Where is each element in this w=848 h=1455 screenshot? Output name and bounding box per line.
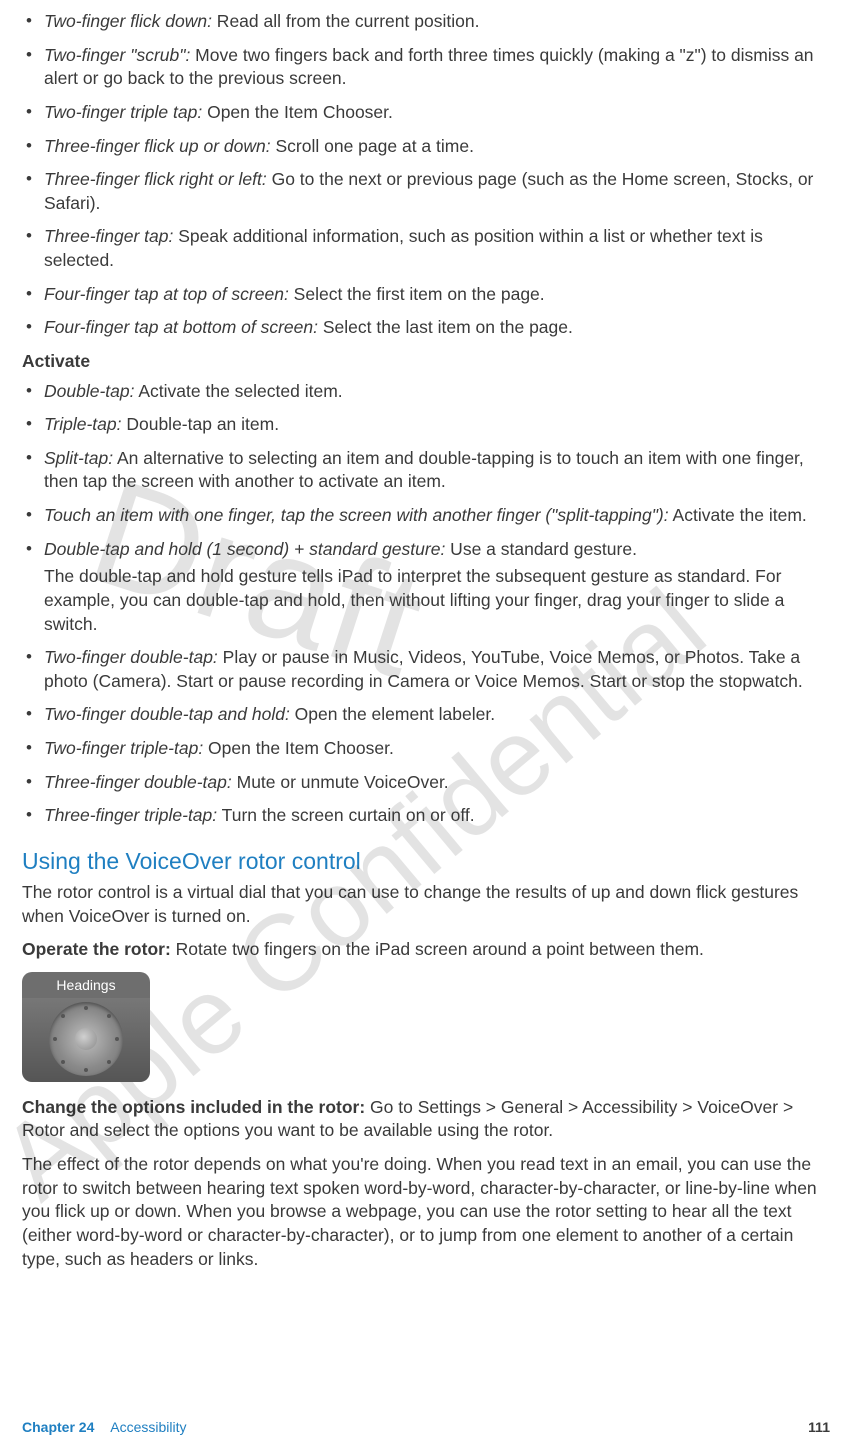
gesture-desc: Read all from the current position. xyxy=(212,11,480,31)
list-item: Double-tap and hold (1 second) + standar… xyxy=(22,538,832,637)
gesture-term: Two-finger triple tap: xyxy=(44,102,202,122)
gesture-term: Two-finger "scrub": xyxy=(44,45,190,65)
list-item: Four-finger tap at top of screen: Select… xyxy=(22,283,832,307)
footer-left: Chapter 24 Accessibility xyxy=(22,1418,187,1437)
gesture-term: Three-finger flick up or down: xyxy=(44,136,271,156)
gesture-term: Two-finger triple-tap: xyxy=(44,738,203,758)
list-item: Two-finger triple tap: Open the Item Cho… xyxy=(22,101,832,125)
list-item: Three-finger triple-tap: Turn the screen… xyxy=(22,804,832,828)
list-item: Two-finger flick down: Read all from the… xyxy=(22,10,832,34)
nav-gestures-list: Two-finger flick down: Read all from the… xyxy=(22,10,832,340)
list-item: Two-finger triple-tap: Open the Item Cho… xyxy=(22,737,832,761)
gesture-term: Three-finger tap: xyxy=(44,226,173,246)
rotor-intro: The rotor control is a virtual dial that… xyxy=(22,881,832,928)
gesture-desc: Open the element labeler. xyxy=(290,704,495,724)
gesture-term: Two-finger flick down: xyxy=(44,11,212,31)
chapter-label: Chapter 24 xyxy=(22,1419,94,1435)
rotor-figure-label: Headings xyxy=(22,972,150,998)
gesture-desc: Open the Item Chooser. xyxy=(202,102,393,122)
change-label: Change the options included in the rotor… xyxy=(22,1097,365,1117)
gesture-term: Two-finger double-tap and hold: xyxy=(44,704,290,724)
gesture-desc: Turn the screen curtain on or off. xyxy=(217,805,474,825)
gesture-desc: Select the first item on the page. xyxy=(289,284,545,304)
gesture-term: Four-finger tap at bottom of screen: xyxy=(44,317,318,337)
page-footer: Chapter 24 Accessibility 111 xyxy=(22,1418,830,1437)
gesture-desc: Activate the item. xyxy=(669,505,807,525)
gesture-extra: The double-tap and hold gesture tells iP… xyxy=(44,565,832,636)
gesture-desc: Select the last item on the page. xyxy=(318,317,573,337)
list-item: Two-finger double-tap and hold: Open the… xyxy=(22,703,832,727)
gesture-term: Touch an item with one finger, tap the s… xyxy=(44,505,669,525)
gesture-term: Three-finger double-tap: xyxy=(44,772,232,792)
gesture-desc: Scroll one page at a time. xyxy=(271,136,474,156)
gesture-term: Four-finger tap at top of screen: xyxy=(44,284,289,304)
gesture-term: Three-finger flick right or left: xyxy=(44,169,267,189)
rotor-dial-icon xyxy=(49,1002,123,1076)
list-item: Three-finger flick right or left: Go to … xyxy=(22,168,832,215)
list-item: Touch an item with one finger, tap the s… xyxy=(22,504,832,528)
gesture-desc: An alternative to selecting an item and … xyxy=(44,448,804,492)
gesture-term: Two-finger double-tap: xyxy=(44,647,218,667)
list-item: Two-finger double-tap: Play or pause in … xyxy=(22,646,832,693)
list-item: Double-tap: Activate the selected item. xyxy=(22,380,832,404)
list-item: Four-finger tap at bottom of screen: Sel… xyxy=(22,316,832,340)
gesture-term: Split-tap: xyxy=(44,448,113,468)
gesture-term: Double-tap: xyxy=(44,381,134,401)
list-item: Split-tap: An alternative to selecting a… xyxy=(22,447,832,494)
gesture-term: Triple-tap: xyxy=(44,414,121,434)
operate-label: Operate the rotor: xyxy=(22,939,171,959)
gesture-desc: Activate the selected item. xyxy=(134,381,342,401)
operate-desc: Rotate two fingers on the iPad screen ar… xyxy=(171,939,704,959)
list-item: Two-finger "scrub": Move two fingers bac… xyxy=(22,44,832,91)
rotor-section-heading: Using the VoiceOver rotor control xyxy=(22,846,832,877)
page-number: 111 xyxy=(808,1418,830,1437)
gesture-desc: Open the Item Chooser. xyxy=(203,738,394,758)
content: Two-finger flick down: Read all from the… xyxy=(22,10,832,1271)
gesture-desc: Use a standard gesture. xyxy=(445,539,637,559)
gesture-term: Three-finger triple-tap: xyxy=(44,805,217,825)
rotor-change-options: Change the options included in the rotor… xyxy=(22,1096,832,1143)
rotor-figure: Headings xyxy=(22,972,150,1082)
rotor-effect: The effect of the rotor depends on what … xyxy=(22,1153,832,1271)
gesture-desc: Double-tap an item. xyxy=(121,414,279,434)
gesture-desc: Mute or unmute VoiceOver. xyxy=(232,772,449,792)
page: Draft Apple Confidential Two-finger flic… xyxy=(0,0,848,1455)
list-item: Three-finger flick up or down: Scroll on… xyxy=(22,135,832,159)
list-item: Three-finger double-tap: Mute or unmute … xyxy=(22,771,832,795)
gesture-term: Double-tap and hold (1 second) + standar… xyxy=(44,539,445,559)
activate-heading: Activate xyxy=(22,350,832,374)
chapter-title: Accessibility xyxy=(110,1419,186,1435)
activate-gestures-list: Double-tap: Activate the selected item. … xyxy=(22,380,832,828)
list-item: Triple-tap: Double-tap an item. xyxy=(22,413,832,437)
list-item: Three-finger tap: Speak additional infor… xyxy=(22,225,832,272)
rotor-operate: Operate the rotor: Rotate two fingers on… xyxy=(22,938,832,962)
